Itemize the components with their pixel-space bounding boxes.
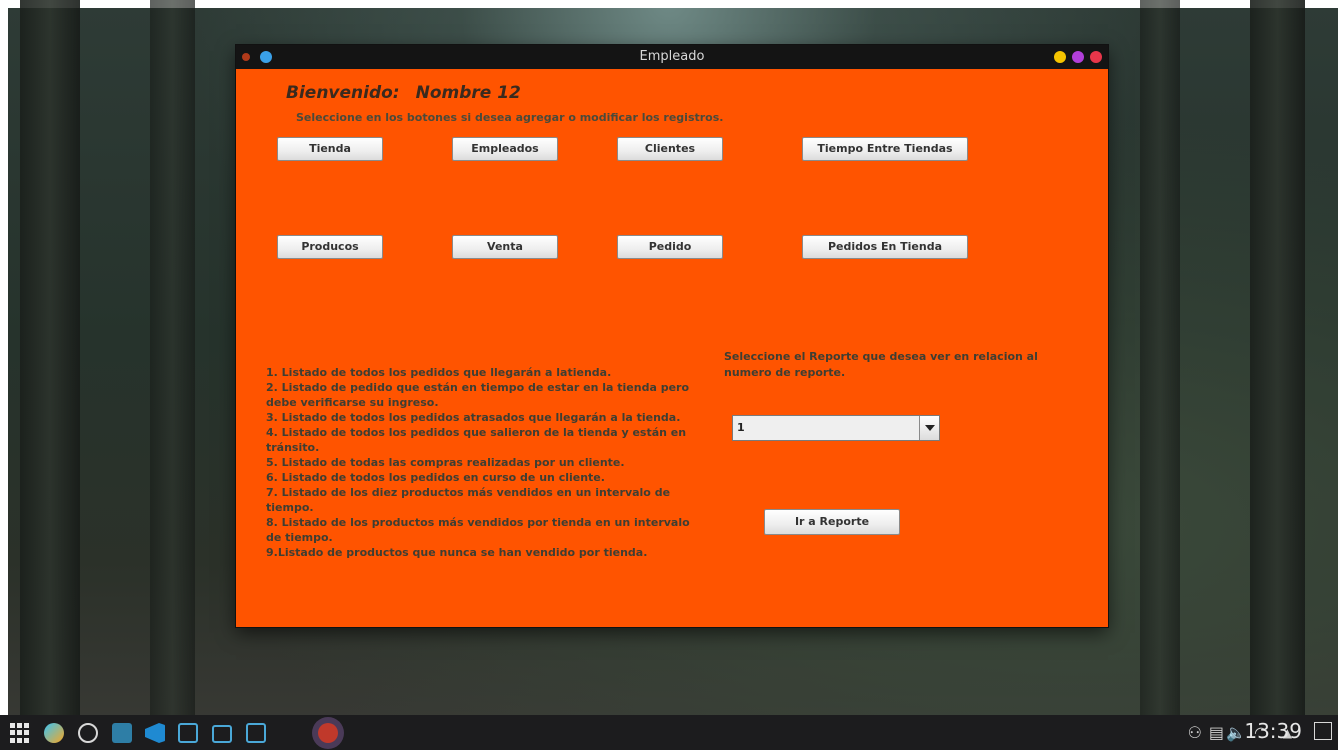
taskbar-clock[interactable]: 13:39 (1244, 719, 1302, 743)
report-list: 1. Listado de todos los pedidos que lleg… (266, 365, 706, 560)
terminal-icon[interactable] (178, 723, 198, 743)
desktop-top-edge (0, 0, 1338, 8)
user-icon[interactable]: ⚇ (1188, 723, 1202, 742)
empleados-button[interactable]: Empleados (452, 137, 558, 161)
report-line: 7. Listado de los diez productos más ven… (266, 486, 671, 499)
close-button[interactable] (1090, 51, 1102, 63)
report-prompt: Seleccione el Reporte que desea ver en r… (724, 349, 1044, 381)
report-line: 9.Listado de productos que nunca se han … (266, 546, 648, 559)
report-line: 6. Listado de todos los pedidos en curso… (266, 471, 605, 484)
report-number-value: 1 (737, 421, 745, 434)
window-content: Bienvenido: Nombre 12 Seleccione en los b… (236, 69, 1108, 627)
report-line: de tiempo. (266, 531, 333, 544)
window-title: Empleado (639, 49, 705, 64)
report-line: tiempo. (266, 501, 314, 514)
chevron-down-icon[interactable] (919, 416, 939, 440)
tienda-button[interactable]: Tienda (277, 137, 383, 161)
report-line: 1. Listado de todos los pedidos que lleg… (266, 366, 612, 379)
app-launcher-icon[interactable] (10, 723, 30, 743)
background-tree (20, 0, 80, 715)
clipboard-icon[interactable]: ▤ (1209, 723, 1224, 742)
venta-button[interactable]: Venta (452, 235, 558, 259)
volume-icon[interactable]: 🔈 (1226, 723, 1246, 742)
vscode-icon[interactable] (145, 723, 165, 743)
producos-button[interactable]: Producos (277, 235, 383, 259)
report-line: 4. Listado de todos los pedidos que sali… (266, 426, 687, 439)
background-tree (150, 0, 195, 715)
report-prompt-line: Seleccione el Reporte que desea ver en r… (724, 350, 1038, 363)
report-line: 8. Listado de los productos más vendidos… (266, 516, 690, 529)
report-line: tránsito. (266, 441, 320, 454)
active-java-app-icon[interactable] (318, 723, 338, 743)
show-desktop-button[interactable] (1314, 722, 1332, 740)
instruction-text: Seleccione en los botones si desea agreg… (296, 111, 724, 124)
taskbar: ⚇ ▤ 🔈 ◠ ▲ 13:39 (0, 715, 1338, 750)
pedidos-en-tienda-button[interactable]: Pedidos En Tienda (802, 235, 968, 259)
window-titlebar[interactable]: Empleado (236, 45, 1108, 69)
image-viewer-icon[interactable] (112, 723, 132, 743)
ir-a-reporte-button[interactable]: Ir a Reporte (764, 509, 900, 535)
report-line: 2. Listado de pedido que están en tiempo… (266, 381, 690, 394)
clientes-button[interactable]: Clientes (617, 137, 723, 161)
desktop-left-edge (0, 0, 8, 715)
user-name: Nombre 12 (415, 83, 521, 103)
welcome-heading: Bienvenido: Nombre 12 (286, 83, 521, 103)
report-prompt-line: numero de reporte. (724, 366, 846, 379)
background-tree (1250, 0, 1305, 715)
report-line: debe verificarse su ingreso. (266, 396, 439, 409)
file-manager-icon[interactable] (246, 723, 266, 743)
minimize-button[interactable] (1054, 51, 1066, 63)
empleado-window: Empleado Bienvenido: Nombre 12 Seleccione… (236, 45, 1108, 627)
briefcase-icon[interactable] (212, 725, 232, 743)
report-number-select[interactable]: 1 (732, 415, 940, 441)
report-line: 5. Listado de todas las compras realizad… (266, 456, 625, 469)
background-tree (1140, 0, 1180, 715)
maximize-button[interactable] (1072, 51, 1084, 63)
welcome-label: Bienvenido: (286, 83, 400, 103)
pedido-button[interactable]: Pedido (617, 235, 723, 259)
chrome-icon[interactable] (78, 723, 98, 743)
report-line: 3. Listado de todos los pedidos atrasado… (266, 411, 681, 424)
cube-app-icon[interactable] (44, 723, 64, 743)
tiempo-entre-tiendas-button[interactable]: Tiempo Entre Tiendas (802, 137, 968, 161)
